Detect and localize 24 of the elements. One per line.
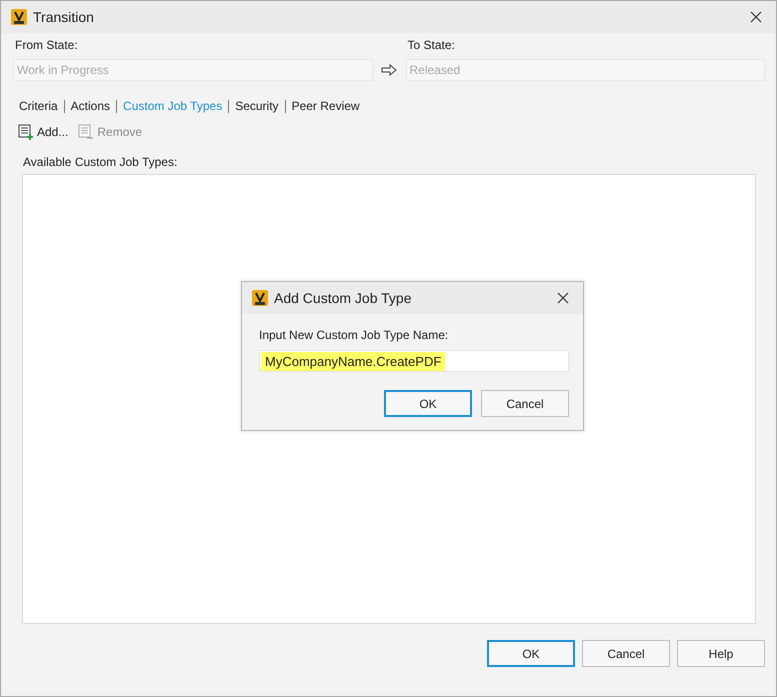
field-label: From State: [14,38,79,52]
field-label: To State: [406,38,456,52]
tab[interactable]: Security [235,99,279,113]
app-logo-icon [11,9,27,25]
arrow-icon [381,64,397,76]
app-logo-icon [252,290,268,306]
window-title: Add Custom Job Type [274,290,412,306]
dialog-button[interactable]: OK [384,390,472,417]
tab[interactable]: Peer Review [292,99,360,113]
prompt-label: Input New Custom Job Type Name: [259,328,450,342]
input-field[interactable]: MyCompanyName.CreatePDF [259,350,569,372]
remove-icon [78,124,94,140]
close-icon [557,292,569,304]
dialog-button[interactable]: Cancel [582,640,670,667]
dialog-button[interactable]: Cancel [481,390,569,417]
dialog-button[interactable]: Help [677,640,765,667]
dialog-button[interactable]: OK [487,640,575,667]
list-label: Available Custom Job Types: [22,155,178,169]
close-icon [750,11,762,23]
toolbar-button[interactable]: Add... [16,122,70,142]
window-title: Transition [33,9,95,25]
tab[interactable]: Criteria [19,99,58,113]
add-icon [18,124,34,140]
tab[interactable]: Actions [70,99,110,113]
